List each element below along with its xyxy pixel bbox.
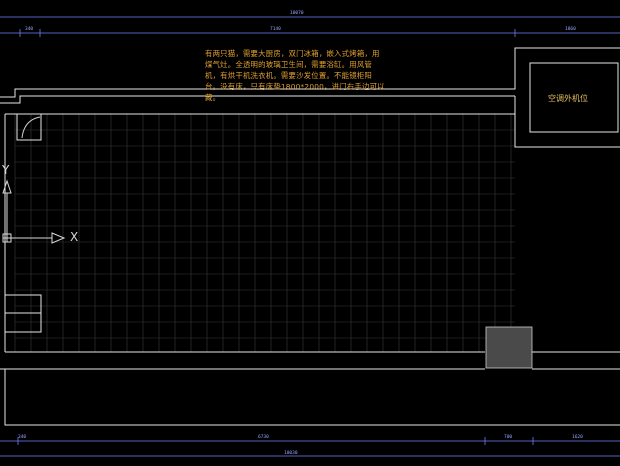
dim-top-left: 340 [25, 27, 34, 32]
cabinet-top [4, 294, 42, 314]
dim-bottom-left: 340 [18, 435, 27, 440]
floor-grid [14, 113, 515, 352]
dim-bottom-mid-right: 700 [504, 435, 513, 440]
dim-bottom-middle: 6730 [258, 435, 269, 440]
dim-bottom-right: 1620 [572, 435, 583, 440]
dim-bottom-total: 10030 [284, 451, 298, 456]
ucs-axis-icon [2, 179, 66, 244]
cabinet-bottom [4, 312, 42, 333]
column-block [485, 326, 533, 369]
dim-top-middle: 7140 [270, 27, 281, 32]
y-axis-label: Y [2, 163, 10, 177]
dim-top-right: 1860 [565, 27, 576, 32]
bottom-left-corner [4, 369, 620, 426]
dim-top-total: 10070 [290, 11, 304, 16]
design-requirements-note: 有两只猫，需要大厨房，双门冰箱，嵌入式烤箱，用煤气灶。全透明的玻璃卫生间，需要浴… [205, 49, 385, 102]
ac-outdoor-unit-label: 空调外机位 [548, 94, 588, 103]
walls [0, 47, 620, 426]
x-axis-label: X [70, 230, 79, 244]
